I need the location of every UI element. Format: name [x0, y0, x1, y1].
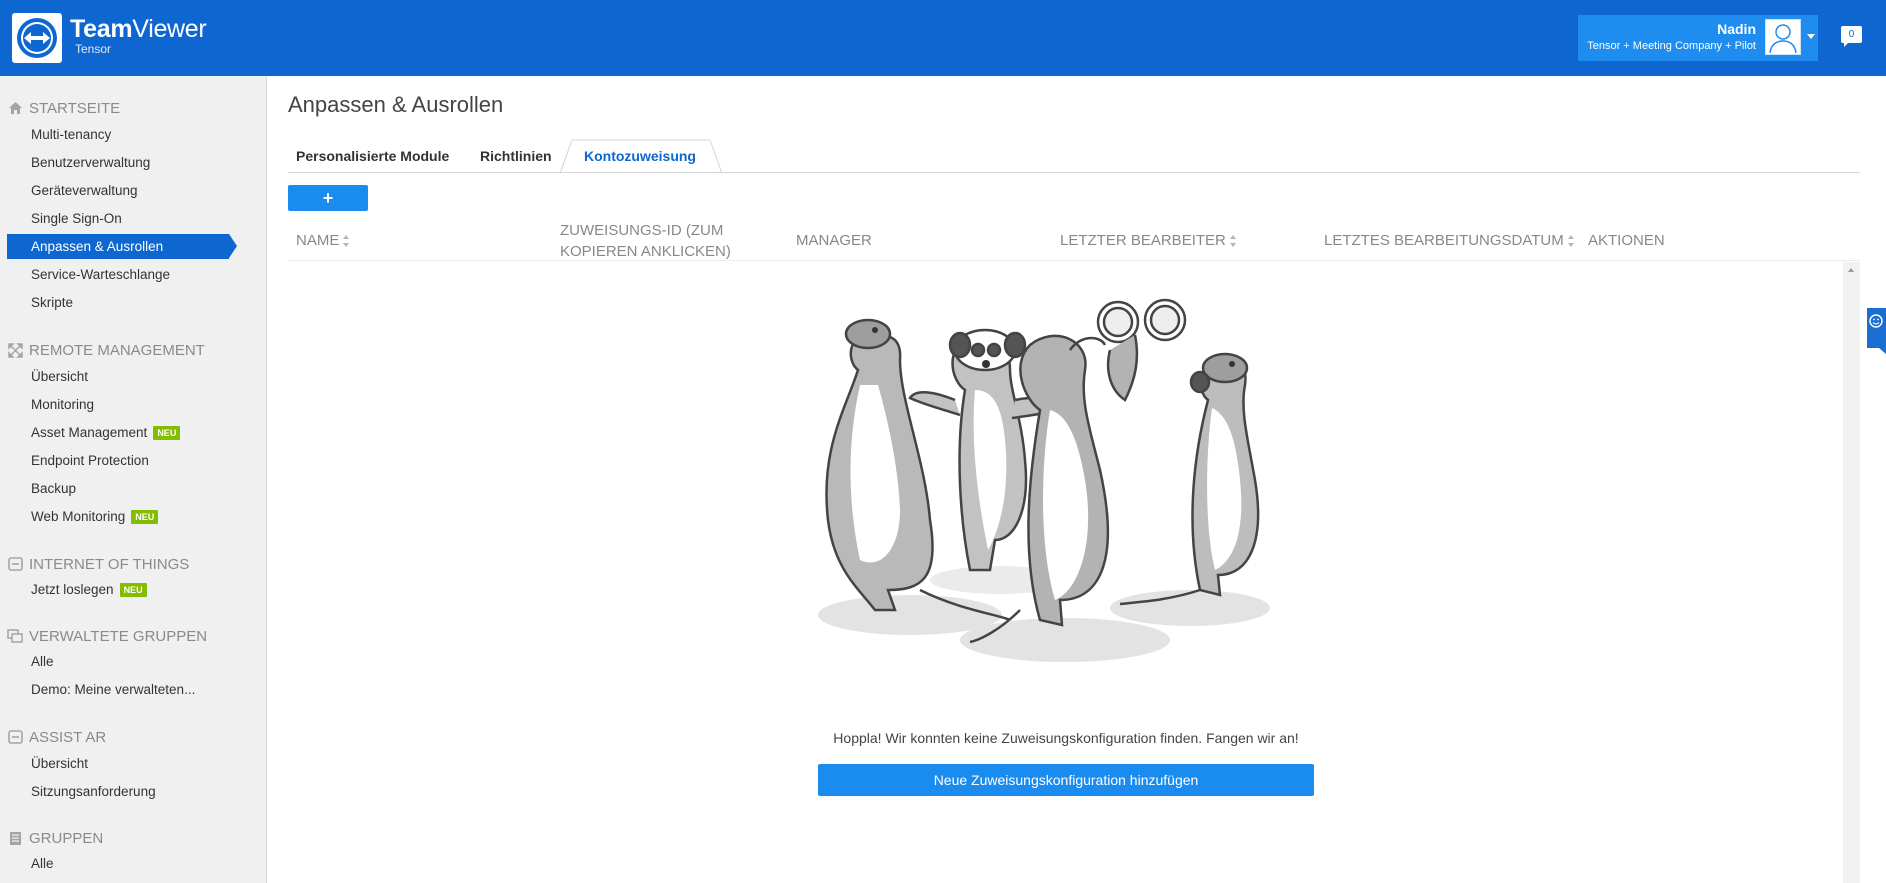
- new-badge: NEU: [153, 426, 181, 440]
- feedback-tab[interactable]: [1863, 308, 1886, 354]
- user-avatar-icon: [1769, 24, 1797, 54]
- iot-icon: [7, 556, 23, 572]
- sidebar-item-demo-verwaltete-gruppen[interactable]: Demo: Meine verwalteten...: [31, 679, 195, 701]
- tabs-divider: [288, 172, 1860, 173]
- user-menu[interactable]: Nadin Tensor + Meeting Company + Pilot: [1578, 15, 1818, 61]
- top-bar: TeamViewer Tensor Nadin Tensor + Meeting…: [0, 0, 1886, 76]
- empty-state-illustration: [800, 290, 1300, 680]
- tab-personalisierte-module[interactable]: Personalisierte Module: [296, 148, 449, 164]
- sidebar-item-multi-tenancy[interactable]: Multi-tenancy: [31, 124, 111, 146]
- sidebar-item-geraeteverwaltung[interactable]: Geräteverwaltung: [31, 180, 138, 202]
- sort-icon[interactable]: [1229, 235, 1237, 248]
- notification-icon[interactable]: 0: [1841, 26, 1862, 47]
- user-name: Nadin: [1717, 21, 1756, 37]
- sidebar-section-gruppen[interactable]: GRUPPEN: [7, 828, 103, 848]
- sidebar-section-remote-management[interactable]: REMOTE MANAGEMENT: [7, 340, 205, 360]
- sidebar-section-verwaltete-gruppen[interactable]: VERWALTETE GRUPPEN: [7, 626, 207, 646]
- sidebar-section-startseite[interactable]: STARTSEITE: [7, 98, 120, 118]
- chevron-down-icon[interactable]: [1807, 34, 1815, 39]
- meerkats-illustration: [818, 298, 1270, 662]
- add-button[interactable]: +: [288, 185, 368, 211]
- brand-subtitle: Tensor: [75, 42, 112, 56]
- assist-ar-icon: [7, 729, 23, 745]
- sidebar-section-internet-of-things[interactable]: INTERNET OF THINGS: [7, 554, 189, 574]
- column-header-name[interactable]: NAME: [296, 230, 350, 251]
- remote-management-icon: [7, 342, 23, 358]
- sidebar-item-service-warteschlange[interactable]: Service-Warteschlange: [31, 264, 170, 286]
- column-header-letzter-bearbeiter[interactable]: LETZTER BEARBEITER: [1060, 230, 1237, 251]
- scroll-up-icon[interactable]: [1848, 268, 1854, 272]
- sidebar-item-sitzungsanforderung[interactable]: Sitzungsanforderung: [31, 781, 156, 803]
- column-header-zuweisungs-id[interactable]: ZUWEISUNGS-ID (ZUM KOPIEREN ANKLICKEN): [560, 220, 731, 262]
- sidebar-item-alle[interactable]: Alle: [31, 651, 54, 673]
- sidebar-item-endpoint-protection[interactable]: Endpoint Protection: [31, 450, 149, 472]
- new-badge: NEU: [119, 583, 147, 597]
- sidebar-item-web-monitoring[interactable]: Web Monitoring NEU: [31, 506, 159, 528]
- sidebar-item-asset-management[interactable]: Asset Management NEU: [31, 422, 181, 444]
- tab-richtlinien[interactable]: Richtlinien: [480, 148, 552, 164]
- sidebar-item-jetzt-loslegen[interactable]: Jetzt loslegen NEU: [31, 579, 147, 601]
- sidebar-item-alle-gruppen[interactable]: Alle: [31, 853, 54, 875]
- teamviewer-logo[interactable]: [12, 13, 62, 63]
- sidebar-item-uebersicht-ar[interactable]: Übersicht: [31, 753, 88, 775]
- smiley-icon: [1867, 308, 1886, 354]
- sidebar-item-anpassen-ausrollen[interactable]: Anpassen & Ausrollen: [7, 234, 237, 259]
- sidebar-item-backup[interactable]: Backup: [31, 478, 76, 500]
- avatar: [1765, 19, 1801, 55]
- page-title: Anpassen & Ausrollen: [288, 92, 504, 117]
- column-header-letztes-bearbeitungsdatum[interactable]: LETZTES BEARBEITUNGSDATUM: [1324, 230, 1575, 251]
- notification-count: 0: [1848, 29, 1855, 40]
- sidebar-item-skripte[interactable]: Skripte: [31, 292, 73, 314]
- sidebar-item-single-sign-on[interactable]: Single Sign-On: [31, 208, 122, 230]
- empty-state-message: Hoppla! Wir konnten keine Zuweisungskonf…: [833, 730, 1299, 746]
- home-icon: [7, 100, 23, 116]
- tab-kontozuweisung[interactable]: Kontozuweisung: [560, 139, 722, 174]
- sidebar-item-monitoring[interactable]: Monitoring: [31, 394, 94, 416]
- add-assignment-config-button[interactable]: Neue Zuweisungskonfiguration hinzufügen: [818, 764, 1314, 796]
- new-badge: NEU: [131, 510, 159, 524]
- scrollbar[interactable]: [1843, 262, 1860, 883]
- sidebar: STARTSEITE Multi-tenancy Benutzerverwalt…: [0, 76, 267, 883]
- sidebar-section-assist-ar[interactable]: ASSIST AR: [7, 727, 106, 747]
- user-company: Tensor + Meeting Company + Pilot: [1587, 40, 1756, 52]
- column-header-manager: MANAGER: [796, 232, 872, 249]
- managed-groups-icon: [7, 628, 23, 644]
- teamviewer-logo-icon: [17, 18, 57, 58]
- sidebar-item-benutzerverwaltung[interactable]: Benutzerverwaltung: [31, 152, 150, 174]
- table-header-divider: [288, 260, 1860, 261]
- groups-icon: [7, 830, 23, 846]
- sort-icon[interactable]: [1567, 235, 1575, 248]
- column-header-aktionen: AKTIONEN: [1588, 232, 1665, 249]
- sort-icon[interactable]: [343, 235, 350, 248]
- brand-name: TeamViewer: [70, 15, 207, 43]
- sidebar-item-uebersicht[interactable]: Übersicht: [31, 366, 88, 388]
